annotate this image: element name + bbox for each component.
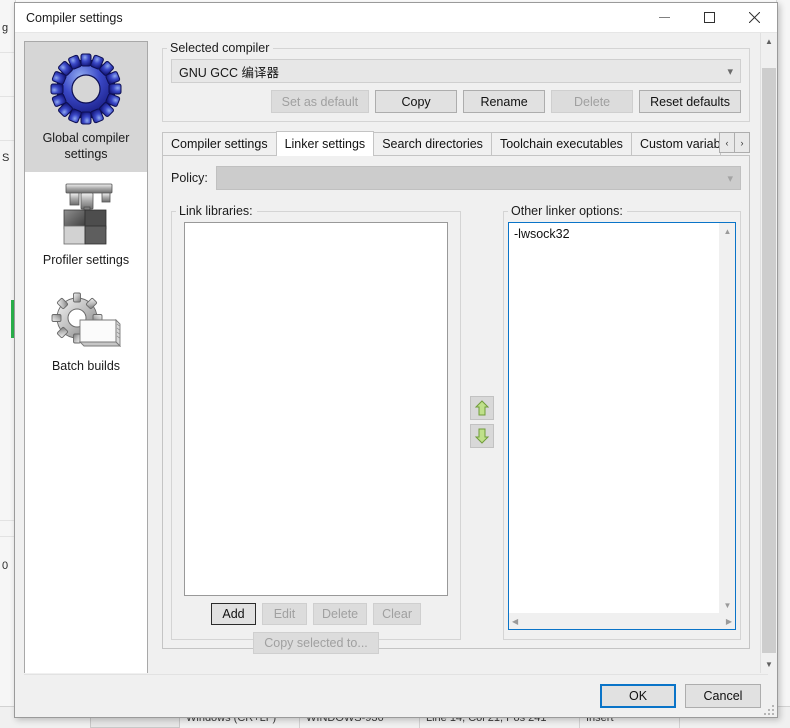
link-libraries-label: Link libraries: [179, 204, 253, 218]
linker-columns: Link libraries: Add Edit Delete Clear Co… [171, 204, 741, 654]
copy-selected-row: Copy selected to... [172, 632, 460, 654]
vertical-scroll-thumb[interactable] [762, 68, 776, 653]
cancel-button[interactable]: Cancel [685, 683, 761, 708]
rename-button[interactable]: Rename [463, 90, 546, 113]
tab-search-directories[interactable]: Search directories [373, 132, 492, 155]
chevron-down-icon: ▾ [727, 65, 733, 78]
tab-scroll-right-button[interactable]: › [734, 132, 750, 153]
compiler-settings-dialog: Compiler settings Global compiler settin… [14, 2, 778, 718]
set-as-default-button[interactable]: Set as default [270, 90, 370, 113]
selected-compiler-label: Selected compiler [170, 41, 270, 55]
maximize-button[interactable] [687, 3, 732, 32]
tab-custom-variables[interactable]: Custom variabl [630, 132, 721, 155]
scroll-right-icon[interactable]: ▶ [726, 617, 732, 626]
tab-scroll-buttons[interactable]: ‹ › [719, 132, 750, 153]
scroll-left-icon[interactable]: ◀ [512, 617, 518, 626]
other-linker-options-value[interactable]: -lwsock32 [509, 223, 719, 613]
dialog-footer: OK Cancel [15, 673, 777, 717]
vertical-scroll-track[interactable] [761, 50, 777, 656]
copy-selected-to-button[interactable]: Copy selected to... [253, 632, 379, 654]
policy-row: Policy: ▾ [171, 166, 741, 190]
dialog-body: Global compiler settings Profiler settin… [15, 33, 777, 673]
compiler-select-value: GNU GCC 编译器 [179, 65, 280, 80]
linker-settings-page: Policy: ▾ Link libraries: Add Edit Delet… [162, 156, 750, 654]
compiler-select[interactable]: GNU GCC 编译器 ▾ [171, 59, 741, 83]
ok-button[interactable]: OK [600, 683, 676, 708]
link-libraries-buttons: Add Edit Delete Clear [172, 603, 460, 625]
other-linker-options-column: Other linker options: -lwsock32 ▲ ▼ ◀ ▶ [503, 204, 741, 640]
sidebar-item-global-compiler-settings[interactable]: Global compiler settings [25, 42, 147, 172]
scroll-up-button[interactable]: ▲ [761, 33, 777, 50]
dialog-titlebar[interactable]: Compiler settings [15, 3, 777, 33]
settings-content: Selected compiler GNU GCC 编译器 ▾ Set as d… [148, 33, 760, 673]
close-button[interactable] [732, 3, 777, 32]
arrow-down-icon [474, 428, 490, 444]
sidebar-item-profiler-settings[interactable]: Profiler settings [25, 172, 147, 278]
sidebar-item-label: Global compiler settings [42, 131, 130, 161]
tab-linker-settings[interactable]: Linker settings [275, 131, 375, 156]
link-libraries-list[interactable] [184, 222, 448, 596]
add-library-button[interactable]: Add [210, 603, 256, 625]
copy-button[interactable]: Copy [375, 90, 458, 113]
resize-grip[interactable] [762, 703, 774, 715]
sidebar-item-label: Profiler settings [42, 253, 130, 267]
other-linker-options-textarea[interactable]: -lwsock32 ▲ ▼ ◀ ▶ [508, 222, 736, 630]
dialog-title: Compiler settings [26, 10, 123, 25]
caliper-icon [29, 180, 143, 250]
settings-tabs[interactable]: Compiler settings Linker settings Search… [162, 131, 750, 156]
link-libraries-group: Link libraries: Add Edit Delete Clear Co… [171, 204, 461, 654]
arrow-up-icon [474, 400, 490, 416]
sidebar-item-label: Batch builds [51, 359, 121, 373]
reset-defaults-button[interactable]: Reset defaults [639, 90, 741, 113]
footer-divider [24, 674, 768, 675]
compiler-actions: Set as default Copy Rename Delete Reset … [171, 90, 741, 113]
link-libraries-column: Link libraries: Add Edit Delete Clear Co… [171, 204, 461, 654]
other-linker-options-label: Other linker options: [511, 204, 623, 218]
background-glyph: 0 [2, 560, 9, 572]
background-glyph: g [2, 22, 9, 34]
delete-compiler-button[interactable]: Delete [551, 90, 634, 113]
sidebar-item-batch-builds[interactable]: Batch builds [25, 278, 147, 384]
tab-compiler-settings[interactable]: Compiler settings [162, 132, 277, 155]
gear-documents-icon [29, 286, 143, 356]
reorder-buttons [461, 204, 503, 640]
edit-library-button[interactable]: Edit [261, 603, 307, 625]
delete-library-button[interactable]: Delete [312, 603, 368, 625]
dialog-vertical-scrollbar[interactable]: ▲ ▼ [760, 33, 777, 673]
scroll-down-icon[interactable]: ▼ [720, 597, 735, 613]
settings-content-column: Selected compiler GNU GCC 编译器 ▾ Set as d… [148, 33, 777, 673]
tab-toolchain-executables[interactable]: Toolchain executables [490, 132, 632, 155]
selected-compiler-group: Selected compiler GNU GCC 编译器 ▾ Set as d… [162, 41, 750, 122]
policy-select[interactable]: ▾ [215, 166, 741, 190]
scroll-up-icon[interactable]: ▲ [720, 223, 735, 239]
minimize-button[interactable] [642, 3, 687, 32]
clear-libraries-button[interactable]: Clear [373, 603, 421, 625]
scroll-down-button[interactable]: ▼ [761, 656, 777, 673]
policy-label: Policy: [171, 171, 208, 185]
move-up-button[interactable] [470, 396, 494, 420]
tab-scroll-left-button[interactable]: ‹ [719, 132, 735, 153]
vertical-scroll-track[interactable] [720, 239, 735, 597]
other-linker-options-group: Other linker options: -lwsock32 ▲ ▼ ◀ ▶ [503, 204, 741, 640]
background-right-panel [776, 0, 790, 706]
content-scroll-wrapper: Selected compiler GNU GCC 编译器 ▾ Set as d… [148, 33, 777, 673]
textarea-main: -lwsock32 ▲ ▼ [509, 223, 735, 613]
chevron-down-icon: ▾ [727, 172, 733, 185]
textarea-horizontal-scrollbar[interactable]: ◀ ▶ [509, 613, 735, 629]
settings-category-list[interactable]: Global compiler settings Profiler settin… [24, 41, 148, 673]
textarea-vertical-scrollbar[interactable]: ▲ ▼ [719, 223, 735, 613]
background-glyph: S [2, 152, 10, 164]
move-down-button[interactable] [470, 424, 494, 448]
blue-gear-icon [29, 50, 143, 128]
